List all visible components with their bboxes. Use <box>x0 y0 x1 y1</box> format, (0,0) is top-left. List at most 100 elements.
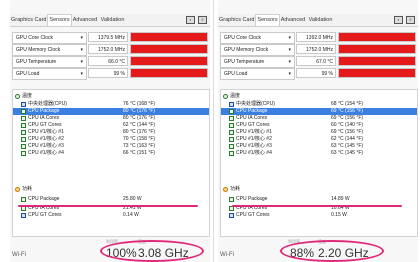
left-screenshot-panel: Graphics Card Sensors Advanced Validatio… <box>10 0 210 262</box>
cpu-icon <box>229 102 234 107</box>
sensor-select[interactable]: GPU Load ▾ <box>12 68 87 80</box>
sensor-icon <box>21 144 26 149</box>
sensor-value: 1752.0 MHz <box>88 44 128 54</box>
tree-item[interactable]: CPU #1/核心 #2 62 °C (144 °F) <box>221 136 417 143</box>
tree-item[interactable]: CPU GT Cores 0.14 W <box>13 212 209 219</box>
tree-item[interactable]: CPU #1/核心 #4 66 °C (151 °F) <box>13 150 209 157</box>
sensor-label: GPU Load <box>16 71 40 77</box>
tree-item[interactable]: CPU GT Cores 60 °C (140 °F) <box>221 122 417 129</box>
tree-item-selected[interactable]: CPU Package 69 °C (156 °F) <box>221 108 417 115</box>
tree-item[interactable]: CPU GT Cores 0.15 W <box>221 212 417 219</box>
tree-name: 功耗 <box>230 186 241 192</box>
tree-value: 0.15 W <box>331 212 347 218</box>
tree-item[interactable]: CPU #1/核心 #3 63 °C (145 °F) <box>221 143 417 150</box>
sensor-graph <box>338 56 416 66</box>
tree-name: CPU #1/核心 #2 <box>236 136 272 142</box>
tree-item[interactable]: CPU GT Cores 62 °C (144 °F) <box>13 122 209 129</box>
sensor-row: GPU Temperature ▾ 66.0 °C <box>10 56 210 68</box>
sensor-icon <box>229 123 234 128</box>
tree-name: CPU GT Cores <box>236 122 270 128</box>
chevron-down-icon: ▾ <box>80 47 83 53</box>
camera-icon[interactable]: ▪ <box>394 16 403 24</box>
sensor-value: 1752.0 MHz <box>296 44 336 54</box>
tree-item[interactable]: CPU #1/核心 #4 63 °C (145 °F) <box>221 150 417 157</box>
tree-name: CPU #1/核心 #3 <box>28 143 64 149</box>
tree-item-selected[interactable]: CPU Package 80 °C (176 °F) <box>13 108 209 115</box>
tree-name: CPU #1/核心 #1 <box>236 129 272 135</box>
sensor-value: 99 % <box>296 68 336 78</box>
sensor-label: GPU Load <box>224 71 248 77</box>
sensor-icon <box>21 109 26 114</box>
tab-bar: Graphics Card Sensors Advanced Validatio… <box>10 14 210 27</box>
sensor-label: GPU Memory Clock <box>224 47 269 53</box>
tab-graphics-card[interactable]: Graphics Card <box>219 15 254 25</box>
tab-sensors[interactable]: Sensors <box>255 14 280 26</box>
sensor-graph <box>338 32 416 42</box>
tree-item[interactable]: CPU Package 14.89 W <box>221 196 417 203</box>
tree-item[interactable]: 中央处理器(CPU) 76 °C (168 °F) <box>13 101 209 108</box>
sensor-value: 99 % <box>88 68 128 78</box>
tree-value: 69 °C (156 °F) <box>331 115 364 121</box>
camera-icon[interactable]: ▪ <box>186 16 195 24</box>
tree-name: CPU GT Cores <box>28 212 62 218</box>
tab-advanced[interactable]: Advanced <box>72 15 98 25</box>
sensor-select[interactable]: GPU Memory Clock ▾ <box>12 44 87 56</box>
tree-group-temperature[interactable]: 温度 <box>13 93 209 100</box>
tab-validation[interactable]: Validation <box>307 15 334 25</box>
sensor-graph <box>130 44 208 54</box>
tree-value: 70 °C (158 °F) <box>123 136 156 142</box>
tree-value: 25.80 W <box>123 196 142 202</box>
wifi-label: Wi-Fi <box>220 252 234 258</box>
tree-value: 0.14 W <box>123 212 139 218</box>
highlight-underline <box>18 205 198 207</box>
sensor-select[interactable]: GPU Core Clock ▾ <box>220 32 295 44</box>
tree-group-power[interactable]: 功耗 <box>221 186 417 193</box>
tree-name: CPU Package <box>28 108 60 114</box>
tree-item[interactable]: 中央处理器(CPU) 68 °C (154 °F) <box>221 101 417 108</box>
chevron-down-icon: ▾ <box>288 47 291 53</box>
tree-item[interactable]: CPU #1/核心 #3 73 °C (163 °F) <box>13 143 209 150</box>
tree-value: 14.89 W <box>331 196 350 202</box>
sensor-select[interactable]: GPU Memory Clock ▾ <box>220 44 295 56</box>
gpu-icon <box>21 213 26 218</box>
sensor-select[interactable]: GPU Load ▾ <box>220 68 295 80</box>
sensor-row: GPU Memory Clock ▾ 1752.0 MHz <box>10 44 210 56</box>
tree-item[interactable]: CPU Package 25.80 W <box>13 196 209 203</box>
sensor-select[interactable]: GPU Temperature ▾ <box>220 56 295 68</box>
sensor-row: GPU Load ▾ 99 % <box>218 68 418 80</box>
thermometer-icon <box>223 94 228 99</box>
sensor-icon <box>21 116 26 121</box>
sensor-select[interactable]: GPU Core Clock ▾ <box>12 32 87 44</box>
tree-item[interactable]: CPU #1/核心 #2 70 °C (158 °F) <box>13 136 209 143</box>
divider <box>213 0 214 262</box>
tree-value: 69 °C (156 °F) <box>331 129 364 135</box>
menu-icon[interactable]: ≡ <box>198 16 207 24</box>
menu-icon[interactable]: ≡ <box>406 16 415 24</box>
tree-value: 80 °C (176 °F) <box>123 115 156 121</box>
tree-group-power[interactable]: 功耗 <box>13 186 209 193</box>
right-screenshot-panel: Graphics Card Sensors Advanced Validatio… <box>218 0 418 262</box>
tree-value: 66 °C (151 °F) <box>123 150 156 156</box>
tab-sensors[interactable]: Sensors <box>47 14 72 26</box>
sensor-row: GPU Core Clock ▾ 1392.0 MHz <box>218 32 418 44</box>
tree-item[interactable]: CPU #1/核心 #1 80 °C (176 °F) <box>13 129 209 136</box>
tree-name: CPU IA Cores <box>28 115 60 121</box>
tab-advanced[interactable]: Advanced <box>280 15 306 25</box>
tree-value: 69 °C (156 °F) <box>331 108 364 114</box>
tree-item[interactable]: CPU IA Cores 69 °C (156 °F) <box>221 115 417 122</box>
tree-group-temperature[interactable]: 温度 <box>221 93 417 100</box>
tree-name: 温度 <box>230 93 241 99</box>
tree-item[interactable]: CPU IA Cores 80 °C (176 °F) <box>13 115 209 122</box>
sensor-icon <box>21 151 26 156</box>
sensor-label: GPU Core Clock <box>16 35 53 41</box>
thermometer-icon <box>15 94 20 99</box>
tree-item[interactable]: CPU #1/核心 #1 69 °C (156 °F) <box>221 129 417 136</box>
sensor-graph <box>130 32 208 42</box>
sensor-row: GPU Core Clock ▾ 1379.5 MHz <box>10 32 210 44</box>
highlight-underline <box>232 205 402 207</box>
tree-name: CPU Package <box>236 196 268 202</box>
sensor-icon <box>229 151 234 156</box>
tab-graphics-card[interactable]: Graphics Card <box>11 15 46 25</box>
sensor-select[interactable]: GPU Temperature ▾ <box>12 56 87 68</box>
tab-validation[interactable]: Validation <box>99 15 126 25</box>
